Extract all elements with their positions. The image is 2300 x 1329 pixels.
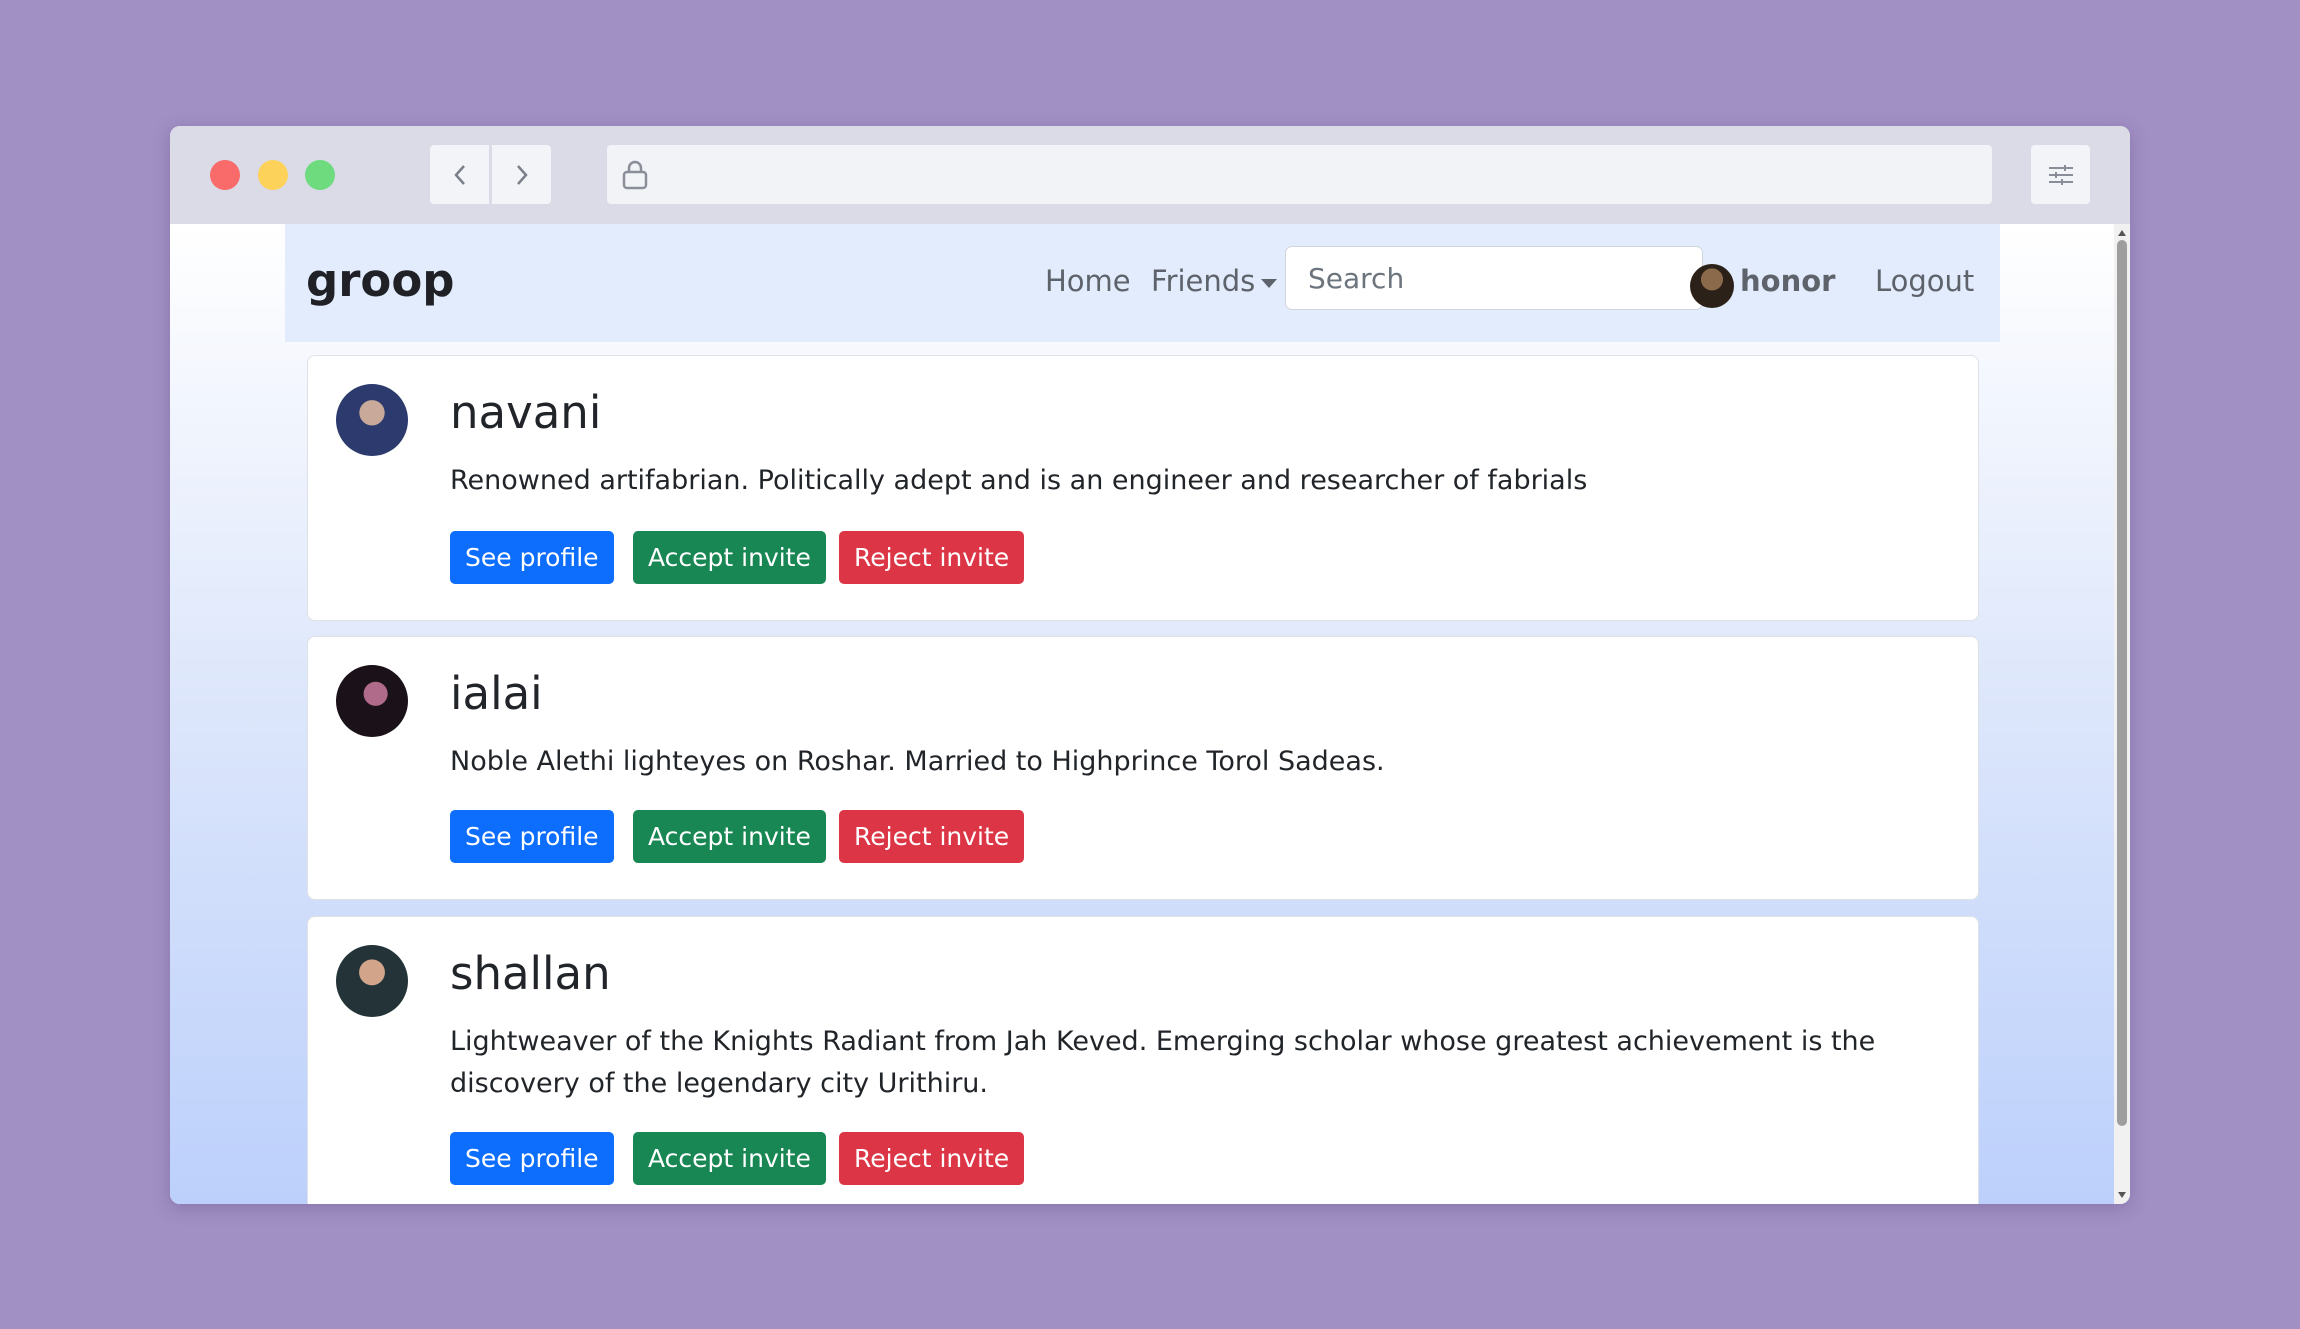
sliders-icon (2048, 164, 2073, 185)
page-viewport: groop Home Friends honor Logout navani R… (170, 224, 2130, 1204)
nav-home-link[interactable]: Home (1045, 264, 1131, 298)
invite-bio: Noble Alethi lighteyes on Roshar. Marrie… (450, 746, 1385, 777)
invite-card: navani Renowned artifabrian. Politically… (307, 355, 1979, 621)
invite-name: navani (450, 386, 602, 439)
caret-down-icon (1261, 278, 1278, 288)
reject-invite-button[interactable]: Reject invite (839, 810, 1025, 863)
scrollbar-thumb[interactable] (2117, 240, 2127, 1126)
see-profile-button[interactable]: See profile (450, 531, 614, 584)
browser-window: groop Home Friends honor Logout navani R… (170, 126, 2130, 1204)
avatar (336, 384, 408, 456)
minimize-window-button[interactable] (258, 160, 288, 190)
accept-invite-button[interactable]: Accept invite (633, 1132, 826, 1185)
close-window-button[interactable] (210, 160, 240, 190)
user-avatar[interactable] (1690, 264, 1734, 308)
see-profile-button[interactable]: See profile (450, 1132, 614, 1185)
username-link[interactable]: honor (1740, 264, 1835, 298)
browser-settings-button[interactable] (2031, 145, 2090, 204)
scroll-down-icon[interactable] (2118, 1192, 2126, 1198)
invite-card: shallan Lightweaver of the Knights Radia… (307, 916, 1979, 1204)
brand-logo[interactable]: groop (306, 254, 454, 307)
back-button[interactable] (430, 145, 489, 204)
forward-button[interactable] (492, 145, 551, 204)
reject-invite-button[interactable]: Reject invite (839, 1132, 1025, 1185)
chevron-left-icon (453, 164, 465, 185)
see-profile-button[interactable]: See profile (450, 810, 614, 863)
chevron-right-icon (516, 164, 528, 185)
nav-friends-dropdown[interactable]: Friends (1151, 264, 1278, 298)
vertical-scrollbar[interactable] (2114, 224, 2130, 1204)
reject-invite-button[interactable]: Reject invite (839, 531, 1025, 584)
maximize-window-button[interactable] (305, 160, 335, 190)
scroll-up-icon[interactable] (2118, 230, 2126, 236)
invite-name: shallan (450, 947, 611, 1000)
nav-friends-label: Friends (1151, 264, 1256, 298)
logout-link[interactable]: Logout (1875, 264, 1974, 298)
address-bar[interactable] (607, 145, 1992, 204)
invite-bio: Lightweaver of the Knights Radiant from … (450, 1026, 1876, 1099)
accept-invite-button[interactable]: Accept invite (633, 531, 826, 584)
avatar (336, 665, 408, 737)
browser-titlebar (170, 126, 2130, 224)
avatar (336, 945, 408, 1017)
invite-bio: Renowned artifabrian. Politically adept … (450, 465, 1588, 496)
accept-invite-button[interactable]: Accept invite (633, 810, 826, 863)
invite-name: ialai (450, 667, 543, 720)
app-navbar: groop Home Friends honor Logout (285, 224, 2000, 342)
lock-icon (622, 160, 648, 190)
invite-card: ialai Noble Alethi lighteyes on Roshar. … (307, 636, 1979, 900)
search-input[interactable] (1285, 246, 1703, 310)
